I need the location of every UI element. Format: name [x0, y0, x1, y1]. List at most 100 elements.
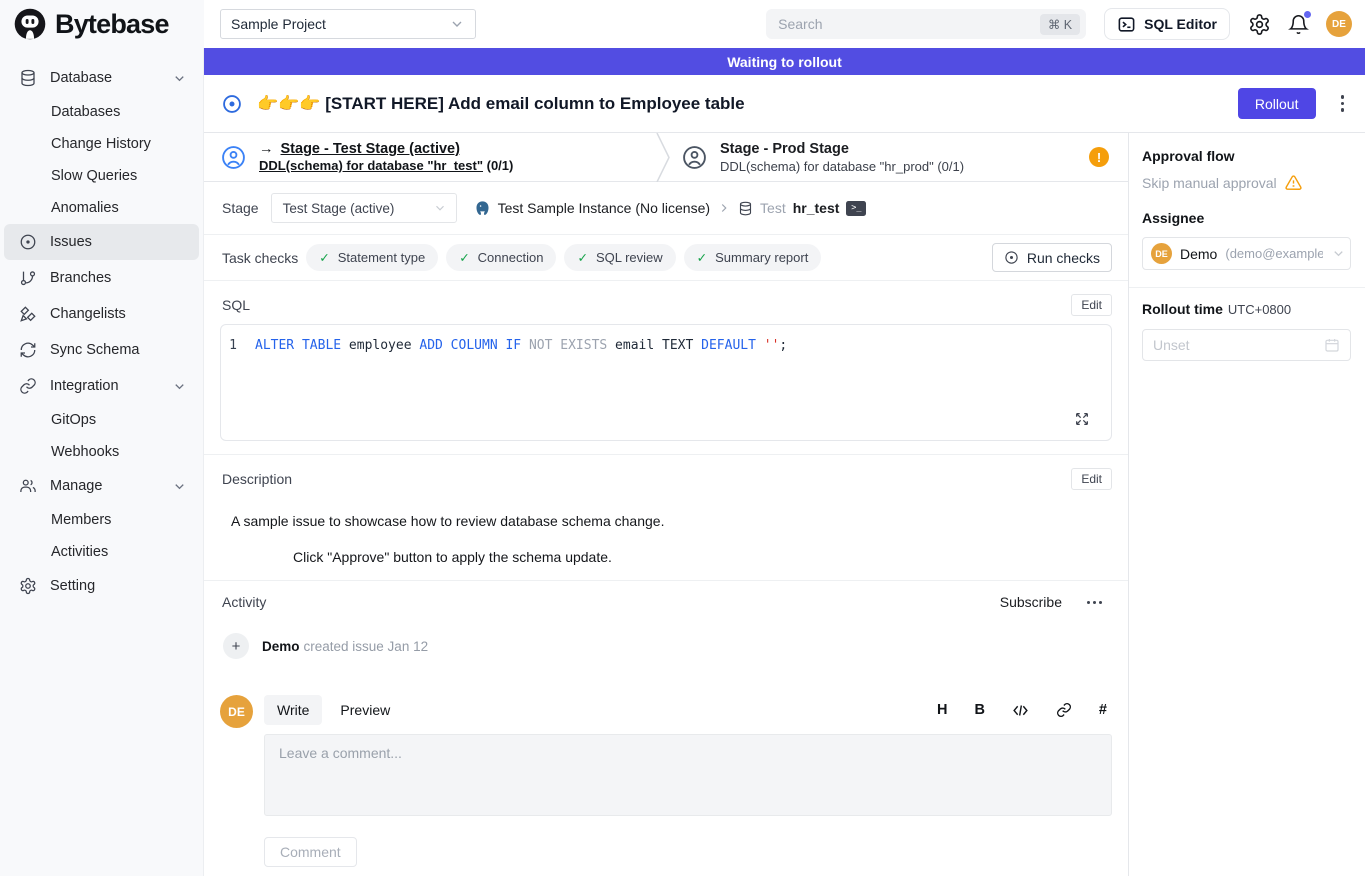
- user-avatar[interactable]: DE: [1326, 11, 1352, 37]
- hash-icon[interactable]: #: [1099, 702, 1107, 718]
- description-edit-button[interactable]: Edit: [1071, 468, 1112, 490]
- stage-title: Stage - Test Stage (active): [281, 141, 460, 157]
- chevron-down-icon: [1331, 246, 1346, 261]
- open-sql-editor-badge[interactable]: >_: [846, 201, 866, 216]
- subscribe-button[interactable]: Subscribe: [1000, 594, 1062, 610]
- issue-detail-panel: → Stage - Test Stage (active) DDL(schema)…: [204, 133, 1128, 876]
- issue-circle-dot-icon: [19, 233, 37, 251]
- heading-icon[interactable]: H: [937, 702, 947, 718]
- sql-label: SQL: [222, 297, 250, 313]
- sidebar-item-anomalies[interactable]: Anomalies: [4, 192, 199, 224]
- comment-tabs: Write Preview H B #: [264, 695, 1112, 725]
- assignee-name: Demo: [1180, 246, 1217, 262]
- topbar: Bytebase Sample Project Search ⌘ K SQL E…: [0, 0, 1365, 48]
- database-icon: [19, 69, 37, 87]
- stage-select[interactable]: Test Stage (active): [271, 193, 457, 223]
- warning-circle-icon: !: [1089, 147, 1109, 167]
- issue-side-panel: Approval flow Skip manual approval Assig…: [1128, 133, 1365, 876]
- check-pill-summary-report[interactable]: ✓ Summary report: [684, 244, 822, 271]
- sql-section-header: SQL Edit: [204, 281, 1128, 324]
- bold-icon[interactable]: B: [974, 702, 984, 718]
- check-success-icon: ✓: [697, 250, 707, 265]
- code-icon[interactable]: [1012, 702, 1029, 719]
- sidebar-item-webhooks[interactable]: Webhooks: [4, 436, 199, 468]
- rollout-time-input[interactable]: Unset: [1142, 329, 1351, 361]
- brand-name: Bytebase: [55, 9, 169, 40]
- check-success-icon: ✓: [459, 250, 469, 265]
- check-success-icon: ✓: [577, 250, 587, 265]
- sidebar-item-setting[interactable]: Setting: [4, 568, 199, 604]
- sidebar-item-activities[interactable]: Activities: [4, 536, 199, 568]
- link-icon[interactable]: [1056, 702, 1072, 718]
- sidebar-item-members[interactable]: Members: [4, 504, 199, 536]
- rollout-button[interactable]: Rollout: [1238, 88, 1316, 119]
- description-text-line1: A sample issue to showcase how to review…: [204, 513, 1128, 529]
- stage-cards-row: → Stage - Test Stage (active) DDL(schema)…: [204, 133, 1128, 182]
- comment-submit-button[interactable]: Comment: [264, 837, 357, 867]
- status-banner: Waiting to rollout: [204, 48, 1365, 75]
- tab-write[interactable]: Write: [264, 695, 322, 725]
- activity-more-kebab[interactable]: [1083, 597, 1106, 608]
- search-input[interactable]: Search ⌘ K: [766, 9, 1086, 39]
- sidebar-item-database[interactable]: Database: [4, 60, 199, 96]
- assignee-avatar: DE: [1151, 243, 1172, 264]
- sidebar-item-gitops[interactable]: GitOps: [4, 404, 199, 436]
- database-cylinder-icon: [738, 201, 753, 216]
- sidebar-item-integration[interactable]: Integration: [4, 368, 199, 404]
- pencil-ruler-icon: [19, 305, 37, 323]
- stage-card-prod[interactable]: Stage - Prod Stage DDL(schema) for datab…: [670, 141, 1128, 174]
- expand-fullscreen-icon[interactable]: [1074, 411, 1090, 427]
- sidebar-item-branches[interactable]: Branches: [4, 260, 199, 296]
- run-circle-icon: [1004, 250, 1019, 265]
- sidebar-item-issues[interactable]: Issues: [4, 224, 199, 260]
- check-pill-statement-type[interactable]: ✓ Statement type: [306, 244, 438, 271]
- sql-edit-button[interactable]: Edit: [1071, 294, 1112, 316]
- stage-task: DDL(schema) for database "hr_test": [259, 158, 483, 173]
- database-breadcrumb: Test Sample Instance (No license) Test h…: [474, 200, 867, 217]
- description-section-header: Description Edit: [204, 455, 1128, 498]
- stage-person-icon-active: [221, 145, 246, 170]
- assignee-select[interactable]: DE Demo (demo@example: [1142, 237, 1351, 270]
- users-icon: [19, 477, 37, 495]
- refresh-sync-icon: [19, 341, 37, 359]
- tab-preview[interactable]: Preview: [327, 695, 403, 725]
- task-checks-label: Task checks: [222, 250, 298, 266]
- active-stage-arrow: →: [259, 141, 274, 157]
- sidebar-item-change-history[interactable]: Change History: [4, 128, 199, 160]
- task-checks-row: Task checks ✓ Statement type ✓ Connectio…: [204, 235, 1128, 281]
- bytebase-logo[interactable]: Bytebase: [0, 0, 204, 48]
- rollout-time-value: Unset: [1153, 337, 1190, 353]
- issue-title: 👉👉👉 [START HERE] Add email column to Emp…: [257, 94, 745, 114]
- sql-editor-button[interactable]: SQL Editor: [1104, 8, 1230, 40]
- database-name[interactable]: hr_test: [793, 200, 840, 216]
- settings-gear-button[interactable]: [1248, 13, 1271, 36]
- stage-task-count: (0/1): [487, 158, 514, 173]
- instance-name[interactable]: Test Sample Instance (No license): [498, 200, 710, 216]
- chevron-down-icon: [172, 479, 187, 494]
- stage-picker-row: Stage Test Stage (active) Test Sample In…: [204, 182, 1128, 235]
- sql-editor[interactable]: 1 ALTER TABLE employee ADD COLUMN IF NOT…: [220, 324, 1112, 441]
- description-text-line2: Click "Approve" button to apply the sche…: [204, 549, 1128, 565]
- sidebar-item-changelists[interactable]: Changelists: [4, 296, 199, 332]
- sidebar-item-manage[interactable]: Manage: [4, 468, 199, 504]
- search-shortcut-badge: ⌘ K: [1040, 14, 1080, 35]
- line-number: 1: [221, 337, 255, 355]
- check-success-icon: ✓: [319, 250, 329, 265]
- check-pill-sql-review[interactable]: ✓ SQL review: [564, 244, 675, 271]
- timezone-label: UTC+0800: [1228, 302, 1291, 317]
- project-select[interactable]: Sample Project: [220, 9, 476, 39]
- comment-input[interactable]: [264, 734, 1112, 816]
- stage-card-test[interactable]: → Stage - Test Stage (active) DDL(schema)…: [204, 141, 656, 173]
- sql-editor-label: SQL Editor: [1144, 16, 1217, 32]
- notifications-bell-button[interactable]: [1288, 14, 1309, 35]
- sidebar-item-databases[interactable]: Databases: [4, 96, 199, 128]
- stage-select-value: Test Stage (active): [283, 201, 395, 216]
- check-pill-connection[interactable]: ✓ Connection: [446, 244, 556, 271]
- assignee-email: (demo@example: [1225, 246, 1323, 261]
- postgres-icon: [474, 200, 491, 217]
- warning-triangle-icon: [1285, 174, 1302, 191]
- more-options-kebab[interactable]: [1337, 91, 1349, 116]
- sidebar-item-slow-queries[interactable]: Slow Queries: [4, 160, 199, 192]
- run-checks-button[interactable]: Run checks: [992, 243, 1112, 272]
- sidebar-item-sync-schema[interactable]: Sync Schema: [4, 332, 199, 368]
